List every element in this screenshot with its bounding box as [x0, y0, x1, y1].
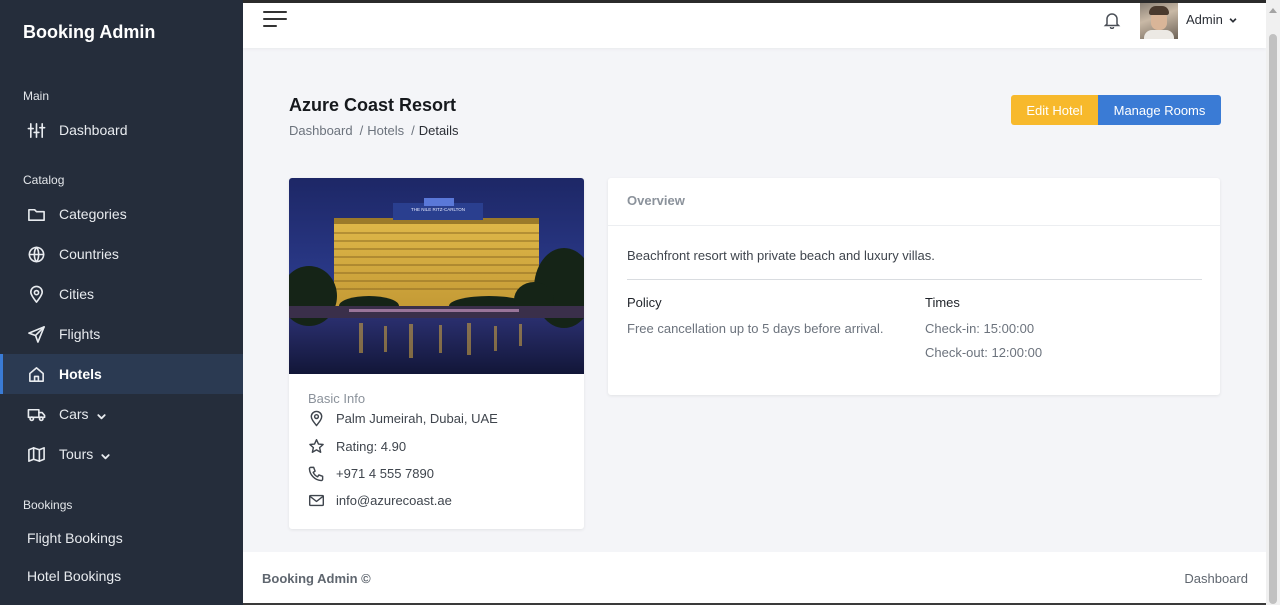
location-text: Palm Jumeirah, Dubai, UAE: [336, 411, 498, 426]
breadcrumb-separator: /: [411, 123, 415, 138]
sidebar: Booking Admin Main Dashboard Catalog Cat…: [0, 0, 243, 605]
divider: [627, 279, 1202, 280]
footer-dashboard-link[interactable]: Dashboard: [1184, 571, 1248, 586]
sidebar-item-hotel-bookings[interactable]: Hotel Bookings: [27, 568, 121, 584]
truck-icon: [26, 404, 46, 424]
sidebar-item-label: Countries: [59, 246, 119, 262]
star-icon: [308, 438, 325, 455]
sidebar-item-label: Cars: [59, 406, 89, 422]
basic-info-title: Basic Info: [308, 391, 366, 406]
sidebar-item-dashboard[interactable]: Dashboard: [0, 110, 243, 150]
email-text[interactable]: info@azurecoast.ae: [336, 493, 452, 508]
section-label-bookings: Bookings: [23, 498, 73, 512]
sidebar-item-cities[interactable]: Cities: [0, 274, 243, 314]
overview-card: Overview Beachfront resort with private …: [608, 178, 1220, 395]
page-scrollbar[interactable]: [1266, 0, 1280, 605]
hotel-image[interactable]: THE NILE RITZ-CARLTON: [289, 178, 584, 374]
sidebar-item-hotels[interactable]: Hotels: [0, 354, 243, 394]
menu-toggle-icon[interactable]: [263, 11, 287, 31]
sidebar-item-label: Categories: [59, 206, 127, 222]
map-pin-icon: [26, 284, 46, 304]
times-label: Times: [925, 295, 960, 310]
sidebar-item-tours[interactable]: Tours: [0, 434, 243, 474]
policy-label: Policy: [627, 295, 662, 310]
sidebar-item-countries[interactable]: Countries: [0, 234, 243, 274]
sidebar-item-categories[interactable]: Categories: [0, 194, 243, 234]
avatar[interactable]: [1140, 3, 1178, 39]
map-icon: [26, 444, 46, 464]
section-label-catalog: Catalog: [23, 173, 65, 187]
sidebar-item-label: Flights: [59, 326, 101, 342]
section-label-main: Main: [23, 89, 50, 103]
globe-icon: [26, 244, 46, 264]
rating-row: Rating: 4.90: [308, 438, 406, 455]
phone-row: +971 4 555 7890: [308, 465, 434, 482]
breadcrumb-separator: /: [359, 123, 364, 138]
policy-text: Free cancellation up to 5 days before ar…: [627, 321, 884, 336]
manage-rooms-button[interactable]: Manage Rooms: [1098, 95, 1221, 125]
overview-description: Beachfront resort with private beach and…: [627, 248, 935, 263]
topbar: Admin: [243, 0, 1266, 48]
overview-header: Overview: [608, 178, 1220, 226]
user-name: Admin: [1186, 12, 1223, 27]
image-sign: THE NILE RITZ-CARLTON: [411, 207, 465, 212]
bell-icon[interactable]: [1103, 11, 1121, 30]
location-row: Palm Jumeirah, Dubai, UAE: [308, 410, 498, 427]
sidebar-item-label: Dashboard: [59, 122, 128, 138]
rating-text: Rating: 4.90: [336, 439, 407, 454]
chevron-down-icon: [96, 409, 107, 420]
brand-title[interactable]: Booking Admin: [23, 22, 155, 43]
send-icon: [26, 324, 46, 344]
chevron-down-icon: [100, 449, 111, 460]
check-in-time: Check-in: 15:00:00: [925, 321, 1035, 336]
phone-text[interactable]: +971 4 555 7890: [336, 466, 434, 481]
map-pin-icon: [308, 410, 325, 427]
overview-title: Overview: [627, 193, 685, 208]
breadcrumb-current: Details: [418, 123, 459, 138]
edit-hotel-button[interactable]: Edit Hotel: [1011, 95, 1098, 125]
user-menu[interactable]: Admin: [1186, 12, 1238, 27]
sliders-icon: [26, 120, 46, 140]
check-out-time: Check-out: 12:00:00: [925, 345, 1043, 360]
footer: Booking Admin © Dashboard: [243, 552, 1266, 605]
page-title: Azure Coast Resort: [289, 95, 457, 115]
phone-icon: [308, 465, 325, 482]
footer-brand: Booking Admin ©: [262, 571, 371, 586]
sidebar-item-label: Tours: [59, 446, 94, 462]
hotel-card: THE NILE RITZ-CARLTON Basic Info Palm Ju…: [289, 178, 584, 529]
sidebar-item-label: Hotels: [59, 366, 102, 382]
sidebar-item-cars[interactable]: Cars: [0, 394, 243, 434]
breadcrumb-hotels[interactable]: Hotels: [367, 123, 404, 138]
sidebar-item-flights[interactable]: Flights: [0, 314, 243, 354]
email-row: info@azurecoast.ae: [308, 492, 452, 509]
home-icon: [26, 364, 46, 384]
folder-icon: [26, 204, 46, 224]
sidebar-item-flight-bookings[interactable]: Flight Bookings: [27, 530, 123, 546]
mail-icon: [308, 492, 325, 509]
breadcrumb-dashboard[interactable]: Dashboard: [289, 123, 353, 138]
scrollbar-thumb[interactable]: [1269, 34, 1277, 604]
scroll-up-arrow-icon[interactable]: [1269, 8, 1277, 13]
chevron-down-icon: [1229, 17, 1237, 23]
sidebar-item-label: Cities: [59, 286, 95, 302]
breadcrumb: Dashboard / Hotels / Details: [289, 123, 458, 138]
